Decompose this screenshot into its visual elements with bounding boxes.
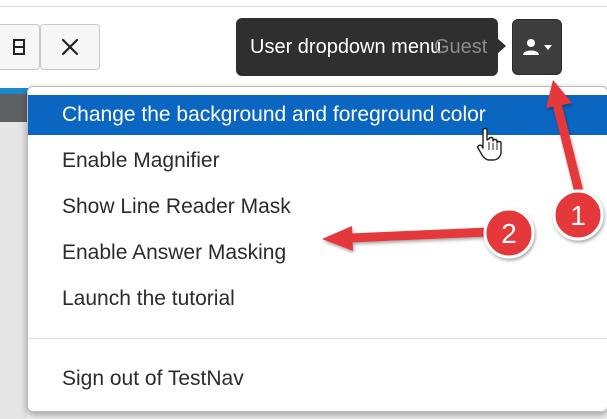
- tooltip-pointer: [497, 38, 506, 54]
- menu-item-label: Show Line Reader Mask: [62, 195, 291, 218]
- menu-item-answer-masking[interactable]: Enable Answer Masking: [28, 233, 607, 273]
- partial-toolbar-button[interactable]: [0, 24, 40, 70]
- menu-item-line-reader-mask[interactable]: Show Line Reader Mask: [28, 187, 607, 227]
- menu-item-label: Enable Magnifier: [62, 149, 220, 172]
- menu-item-label: Change the background and foreground col…: [62, 103, 486, 126]
- menu-item-change-colors[interactable]: Change the background and foreground col…: [28, 95, 607, 135]
- close-icon: [61, 38, 79, 56]
- close-button[interactable]: [40, 24, 100, 70]
- grid-icon: [12, 39, 25, 55]
- menu-item-enable-magnifier[interactable]: Enable Magnifier: [28, 141, 607, 181]
- user-dropdown-menu: Change the background and foreground col…: [27, 86, 607, 412]
- menu-item-label: Sign out of TestNav: [62, 367, 244, 390]
- menu-item-label: Launch the tutorial: [62, 287, 235, 310]
- top-divider: [0, 6, 607, 7]
- tooltip-behind-text: Guest: [434, 36, 488, 58]
- tooltip-text: User dropdown menu: [250, 35, 442, 58]
- menu-item-sign-out[interactable]: Sign out of TestNav: [28, 359, 607, 399]
- caret-down-icon: [543, 45, 552, 50]
- user-dropdown-button[interactable]: [512, 19, 562, 75]
- user-dropdown-tooltip: User dropdown menu Guest: [236, 18, 498, 76]
- user-icon: [522, 39, 539, 55]
- menu-divider: [28, 338, 607, 339]
- menu-item-label: Enable Answer Masking: [62, 241, 287, 264]
- menu-item-launch-tutorial[interactable]: Launch the tutorial: [28, 279, 607, 319]
